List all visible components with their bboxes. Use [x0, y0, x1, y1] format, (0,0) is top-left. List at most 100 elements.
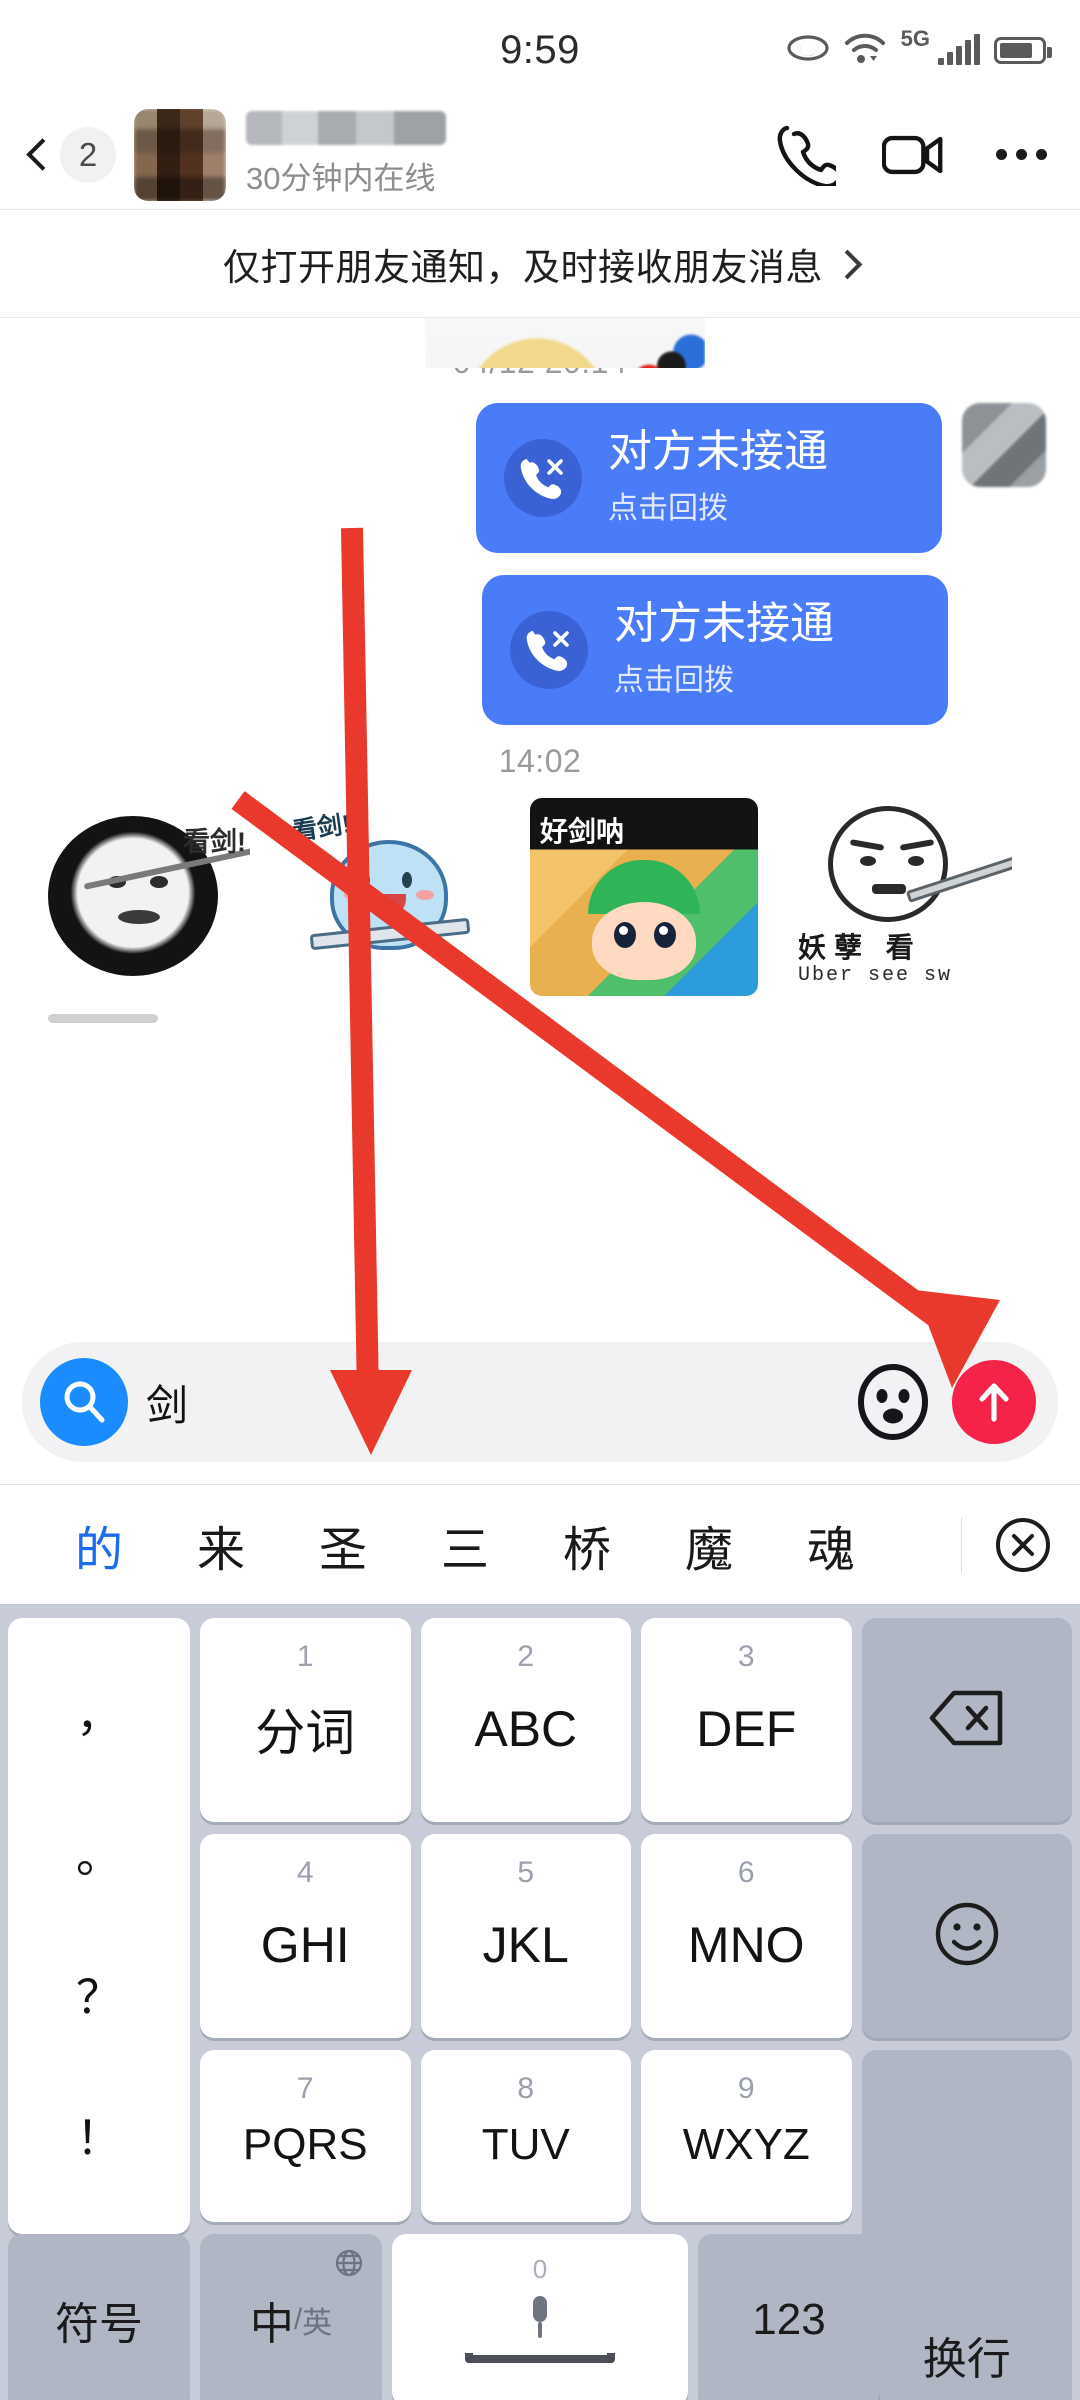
chat-message-list[interactable]: 04/12 20:14 对方未接通 点击回拨	[0, 318, 1080, 1328]
key-number: 7	[296, 2072, 314, 2105]
key-label: TUV	[481, 2120, 570, 2169]
key-5[interactable]: 5 JKL	[420, 1834, 631, 2038]
header-actions	[774, 124, 1052, 186]
symbols-key[interactable]: 符号	[8, 2234, 190, 2400]
video-call-icon[interactable]	[882, 124, 944, 186]
voice-call-icon[interactable]	[774, 124, 836, 186]
microphone-icon[interactable]	[520, 2292, 560, 2349]
divider	[961, 1516, 962, 1573]
chevron-right-icon	[837, 254, 857, 274]
key-number: 1	[296, 1640, 314, 1673]
sticker-scroll-indicator[interactable]	[48, 1014, 158, 1024]
space-key[interactable]: 0	[392, 2234, 688, 2400]
message-input-area: 剑	[0, 1328, 1080, 1484]
sticker-caption: 看剑!	[183, 827, 246, 858]
message-input-bar[interactable]: 剑	[22, 1342, 1058, 1462]
candidate-item[interactable]: 来	[160, 1510, 282, 1580]
candidate-item[interactable]: 三	[404, 1510, 526, 1580]
emoji-face-icon[interactable]	[852, 1361, 934, 1443]
symbols-label: 符号	[55, 2300, 143, 2349]
chat-header: 2 30分钟内在线	[0, 100, 1080, 210]
chevron-left-icon	[22, 140, 52, 170]
smiley-icon	[932, 1899, 1002, 1974]
spacebar-indicator	[465, 2352, 615, 2363]
sticker-caption: 好剑呐	[540, 816, 625, 848]
missed-call-icon	[504, 439, 582, 518]
missed-call-text: 对方未接通 点击回拨	[608, 428, 828, 527]
space-number: 0	[532, 2254, 548, 2284]
key-label: DEF	[696, 1701, 797, 1757]
message-row: 对方未接通 点击回拨	[0, 553, 1080, 726]
enter-label: 换行	[922, 2335, 1011, 2384]
sticker-item[interactable]: 好剑呐	[530, 798, 758, 997]
sticker-item[interactable]: 看剑!	[22, 798, 250, 997]
key-2[interactable]: 2 ABC	[420, 1618, 631, 1822]
sender-avatar[interactable]	[962, 403, 1046, 487]
message-row: 对方未接通 点击回拨	[0, 381, 1080, 554]
key-number: 3	[737, 1640, 755, 1673]
battery-icon	[994, 36, 1052, 64]
circle-x-icon[interactable]	[976, 1514, 1070, 1576]
key-label: MNO	[687, 1917, 805, 1973]
language-switch-key[interactable]: 中 / 英	[200, 2234, 382, 2400]
missed-call-bubble[interactable]: 对方未接通 点击回拨	[476, 403, 942, 554]
search-icon[interactable]	[40, 1358, 128, 1446]
ime-keyboard[interactable]: ， 。 ？ ！ 1 分词 2 ABC 3 DEF 4 GHI 5 JKL 6 M…	[0, 1604, 1080, 2400]
key-6[interactable]: 6 MNO	[641, 1834, 852, 2038]
key-number: 2	[517, 1640, 535, 1673]
network-type-label: 5G	[900, 26, 930, 51]
eye-care-icon	[787, 33, 829, 68]
missed-call-subtitle: 点击回拨	[608, 492, 728, 526]
sticker-caption-en: Uber see sw	[798, 964, 953, 988]
message-input-text[interactable]: 剑	[146, 1372, 834, 1433]
more-options-icon[interactable]	[990, 124, 1052, 186]
enter-key[interactable]: 换行	[861, 2050, 1072, 2400]
numbers-key[interactable]: 123	[698, 2234, 880, 2400]
emoji-key[interactable]	[861, 1834, 1072, 2038]
candidate-item[interactable]: 桥	[526, 1510, 648, 1580]
key-question[interactable]: ？	[76, 1974, 122, 2020]
clipped-sticker-message	[425, 318, 705, 368]
backspace-key[interactable]	[861, 1618, 1072, 1822]
key-label: ABC	[474, 1701, 578, 1757]
missed-call-bubble[interactable]: 对方未接通 点击回拨	[482, 575, 948, 726]
key-number: 5	[517, 1856, 535, 1889]
key-9[interactable]: 9 WXYZ	[641, 2050, 852, 2222]
contact-avatar[interactable]	[134, 108, 226, 201]
missed-call-icon	[510, 611, 588, 690]
phone-screen: 9:59 5G 2 30分钟内在线 仅打开朋友通知，及时接收朋友消息 对方未接通…	[0, 0, 1080, 2400]
banner-text: 仅打开朋友通知，及时接收朋友消息	[223, 246, 823, 288]
missed-call-title: 对方未接通	[614, 599, 834, 649]
candidate-item[interactable]: 圣	[282, 1510, 404, 1580]
back-button[interactable]: 2	[22, 126, 116, 183]
sticker-suggestion-row[interactable]: 看剑! 看剑! 好剑呐 妖孽 看 Uber see sw	[0, 780, 1080, 997]
candidate-item[interactable]: 的	[38, 1510, 160, 1580]
backspace-icon	[928, 1689, 1006, 1752]
sticker-item[interactable]: 妖孽 看 Uber see sw	[784, 798, 1012, 997]
keyboard-row: 4 GHI 5 JKL 6 MNO	[200, 1834, 1072, 2038]
key-number: 9	[737, 2072, 755, 2105]
key-exclamation[interactable]: ！	[76, 2115, 122, 2161]
language-cn-label: 中	[249, 2300, 294, 2349]
key-3[interactable]: 3 DEF	[641, 1618, 852, 1822]
key-7[interactable]: 7 PQRS	[200, 2050, 411, 2222]
candidate-item[interactable]: 魂	[770, 1510, 892, 1580]
send-button[interactable]	[952, 1360, 1036, 1444]
timestamp-separator: 14:02	[498, 743, 582, 780]
ime-candidate-bar[interactable]: 的 来 圣 三 桥 魔 魂	[0, 1484, 1080, 1604]
key-label: GHI	[260, 1917, 350, 1973]
signal-bars-icon	[938, 34, 980, 65]
key-4[interactable]: 4 GHI	[200, 1834, 411, 2038]
key-label: JKL	[482, 1917, 569, 1973]
key-8[interactable]: 8 TUV	[420, 2050, 631, 2222]
punctuation-column[interactable]: ， 。 ？ ！	[8, 1618, 190, 2234]
wifi-icon	[843, 31, 887, 70]
key-period[interactable]: 。	[76, 1833, 122, 1879]
key-1[interactable]: 1 分词	[200, 1618, 411, 1822]
friend-notification-banner[interactable]: 仅打开朋友通知，及时接收朋友消息	[0, 210, 1080, 318]
sticker-item[interactable]: 看剑!	[276, 798, 504, 997]
key-comma[interactable]: ，	[76, 1692, 122, 1738]
numbers-label: 123	[752, 2295, 826, 2344]
candidate-item[interactable]: 魔	[648, 1510, 770, 1580]
unread-badge: 2	[60, 126, 116, 183]
